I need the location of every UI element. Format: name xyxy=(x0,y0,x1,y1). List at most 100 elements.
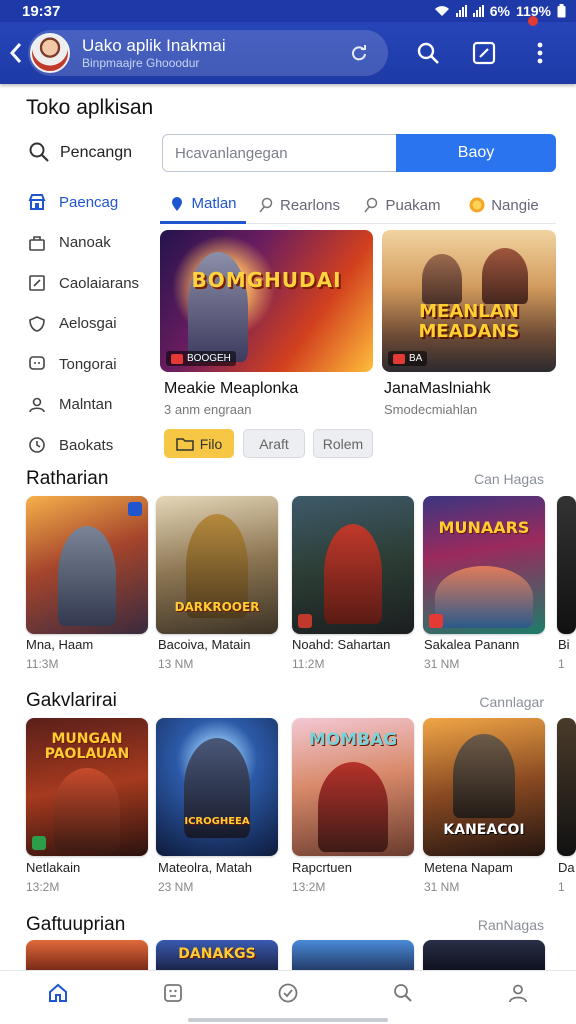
tile-name: Noahd: Sahartan xyxy=(292,637,391,652)
app-tile[interactable]: MUNGAN PAOLAUAN xyxy=(26,718,148,856)
avatar[interactable] xyxy=(30,33,70,73)
sidebar-item-label: Aelosgai xyxy=(59,315,117,333)
search-input[interactable] xyxy=(162,134,398,172)
sidebar-item-caolaiarans[interactable]: Caolaiarans xyxy=(0,263,150,304)
tile-size: 1 xyxy=(558,657,565,671)
tile-badge-icon xyxy=(429,614,443,628)
edit-box-icon xyxy=(472,41,496,65)
clock-icon xyxy=(27,435,47,455)
app-tile[interactable]: DARKROOER xyxy=(156,496,278,634)
nav-home[interactable] xyxy=(28,973,88,1013)
tile-name: Sakalea Panann xyxy=(424,637,520,652)
sidebar-item-malntan[interactable]: Malntan xyxy=(0,385,150,426)
app-tile[interactable] xyxy=(26,496,148,634)
nav-check[interactable] xyxy=(258,973,318,1013)
app-tile[interactable] xyxy=(26,940,148,970)
chip-araft[interactable]: Araft xyxy=(243,429,305,458)
sidebar-item-aelosgai[interactable]: Aelosgai xyxy=(0,304,150,345)
refresh-icon[interactable] xyxy=(344,38,374,68)
tile-name: Metena Napam xyxy=(424,860,513,875)
tile-logo: ICROGHEEA xyxy=(184,816,250,827)
tile-size: 11:2M xyxy=(292,657,325,671)
chip-filo[interactable]: Filo xyxy=(164,429,234,458)
app-tile[interactable]: DANAKGS xyxy=(156,940,278,970)
page-title: Toko aplkisan xyxy=(26,96,154,119)
nav-search[interactable] xyxy=(373,973,433,1013)
tile-logo: DARKROOER xyxy=(174,600,260,614)
signal-icon xyxy=(455,5,467,17)
tab-puakam[interactable]: Puakam xyxy=(352,186,452,224)
nav-apps[interactable] xyxy=(143,973,203,1013)
sidebar-item-baokats[interactable]: Baokats xyxy=(0,425,150,466)
sidebar-item-nanoak[interactable]: Nanoak xyxy=(0,223,150,264)
tab-nangie[interactable]: Nangie xyxy=(452,186,556,224)
search-icon xyxy=(394,983,412,1002)
tab-matlan[interactable]: Matlan xyxy=(160,186,246,224)
tile-size: 13 NM xyxy=(158,657,194,671)
chip-label: Filo xyxy=(199,435,223,452)
account-pill[interactable]: Uako aplik Inakmai Binpmaajre Ghooodur xyxy=(28,30,388,76)
tile-art xyxy=(453,734,515,818)
tile-art xyxy=(318,762,388,852)
section-title: Ratharian xyxy=(26,468,109,489)
header-search-button[interactable] xyxy=(400,33,456,73)
app-tile[interactable] xyxy=(423,940,545,970)
tile-logo: KANEACOI xyxy=(443,822,525,838)
app-tile[interactable] xyxy=(292,940,414,970)
sidebar-item-paencag[interactable]: Paencag xyxy=(0,182,150,223)
tab-label: Rearlons xyxy=(279,196,341,214)
sidebar-item-label: Paencag xyxy=(59,193,119,211)
tile-art xyxy=(435,566,533,628)
featured-title[interactable]: Meakie Meaplonka xyxy=(164,380,298,398)
chat-icon xyxy=(27,354,47,374)
header-edit-button[interactable] xyxy=(456,33,512,73)
back-button[interactable] xyxy=(4,33,28,73)
app-tile[interactable] xyxy=(557,496,576,634)
search-button[interactable]: Baoy xyxy=(396,134,556,172)
tile-name: Rapcrtuen xyxy=(292,860,352,875)
header-subtitle: Binpmaajre Ghooodur xyxy=(82,56,200,70)
signal-icon-2 xyxy=(472,5,484,17)
tile-name: Netlakain xyxy=(26,860,81,875)
people-icon xyxy=(27,395,47,415)
tile-name: Bacoiva, Matain xyxy=(158,637,251,652)
tile-size: 13:2M xyxy=(26,880,60,894)
pin-outline-icon xyxy=(258,197,274,213)
section-more-link[interactable]: Can Hagas xyxy=(474,471,544,487)
coin-icon xyxy=(469,197,485,213)
section-title: Gakvlarirai xyxy=(26,690,117,711)
status-bar: 19:37 6% 119% xyxy=(0,0,576,22)
section-more-link[interactable]: Cannlagar xyxy=(479,694,544,710)
sidebar-item-tongorai[interactable]: Tongorai xyxy=(0,344,150,385)
home-icon xyxy=(48,983,67,1002)
profile-icon xyxy=(509,984,528,1002)
header-menu-button[interactable] xyxy=(512,33,568,73)
app-tile[interactable]: MUNAARS xyxy=(423,496,545,634)
pin-icon xyxy=(169,196,185,212)
app-tile[interactable] xyxy=(292,496,414,634)
chevron-left-icon xyxy=(9,43,22,63)
featured-title[interactable]: JanaMaslniahk xyxy=(384,380,491,398)
search-icon xyxy=(417,42,439,64)
tile-art xyxy=(58,526,116,626)
chip-label: Araft xyxy=(259,435,289,452)
tile-badge-icon xyxy=(128,502,142,516)
nav-profile[interactable] xyxy=(488,973,548,1013)
app-tile[interactable]: MOMBAG xyxy=(292,718,414,856)
tile-name: Mna, Haam xyxy=(26,637,94,652)
box-icon xyxy=(27,273,47,293)
app-tile[interactable] xyxy=(557,718,576,856)
app-tile[interactable]: KANEACOI xyxy=(423,718,545,856)
tab-rearlons[interactable]: Rearlons xyxy=(246,186,352,224)
tile-size: 11:3M xyxy=(26,657,59,671)
folder-icon xyxy=(175,437,194,451)
tag-icon xyxy=(171,353,183,364)
tile-name: Bi xyxy=(558,637,570,652)
featured-card-1[interactable]: BOMGHUDAI BOOGEH xyxy=(160,230,373,372)
section-more-link[interactable]: RanNagas xyxy=(478,917,544,933)
app-tile[interactable]: ICROGHEEA xyxy=(156,718,278,856)
chip-rolem[interactable]: Rolem xyxy=(313,429,373,458)
featured-subtitle: 3 anm engraan xyxy=(164,402,252,417)
apps-icon xyxy=(163,983,182,1002)
featured-card-2[interactable]: MEANLAN MEADANS BA xyxy=(382,230,556,372)
